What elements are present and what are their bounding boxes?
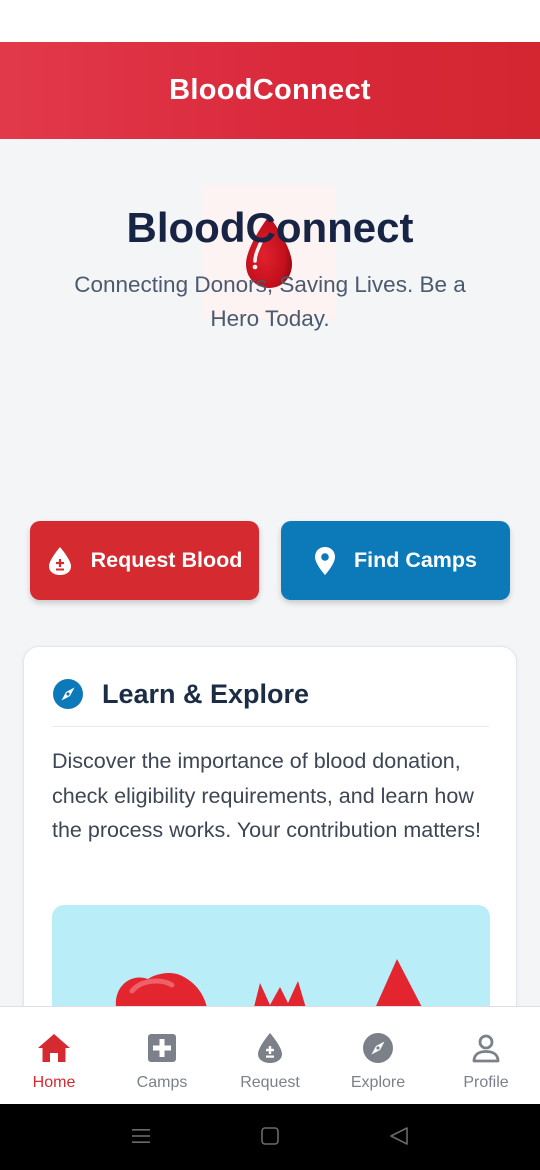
nav-camps-label: Camps: [136, 1074, 188, 1091]
home-system-icon[interactable]: [260, 1126, 280, 1146]
blood-drop-plus-icon: [47, 546, 73, 576]
app-header: BloodConnect: [0, 42, 540, 139]
nav-home-label: Home: [32, 1074, 76, 1091]
nav-profile-label: Profile: [463, 1074, 509, 1091]
nav-profile[interactable]: Profile: [432, 1007, 540, 1104]
nav-request-label: Request: [240, 1074, 300, 1091]
system-navigation-bar: [0, 1104, 540, 1170]
medical-cross-icon: [147, 1031, 177, 1065]
blood-drop-icon: [256, 1031, 284, 1065]
nav-explore[interactable]: Explore: [324, 1007, 432, 1104]
recent-apps-icon[interactable]: [131, 1126, 151, 1146]
person-icon: [471, 1031, 501, 1065]
nav-home[interactable]: Home: [0, 1007, 108, 1104]
compass-icon: [52, 678, 84, 710]
find-camps-label: Find Camps: [353, 548, 478, 572]
status-bar: [0, 0, 540, 42]
nav-request[interactable]: Request: [216, 1007, 324, 1104]
request-blood-button[interactable]: Request Blood: [30, 521, 259, 600]
card-title: Learn & Explore: [102, 679, 310, 709]
hero-subtitle: Connecting Donors, Saving Lives. Be a He…: [74, 272, 466, 331]
find-camps-button[interactable]: Find Camps: [281, 521, 510, 600]
home-icon: [37, 1031, 71, 1065]
app-title: BloodConnect: [169, 74, 371, 106]
card-description: Discover the importance of blood donatio…: [52, 749, 482, 842]
location-pin-icon: [314, 546, 336, 576]
back-icon[interactable]: [388, 1126, 410, 1146]
nav-camps[interactable]: Camps: [108, 1007, 216, 1104]
compass-icon: [362, 1031, 394, 1065]
card-header: Learn & Explore: [52, 677, 489, 727]
nav-explore-label: Explore: [350, 1074, 406, 1091]
bottom-navigation: Home Camps Request Explore Profile: [0, 1006, 540, 1104]
request-blood-label: Request Blood: [90, 548, 243, 572]
hero-title: BloodConnect: [126, 204, 414, 251]
learn-explore-card: Learn & Explore Discover the importance …: [23, 646, 517, 1026]
